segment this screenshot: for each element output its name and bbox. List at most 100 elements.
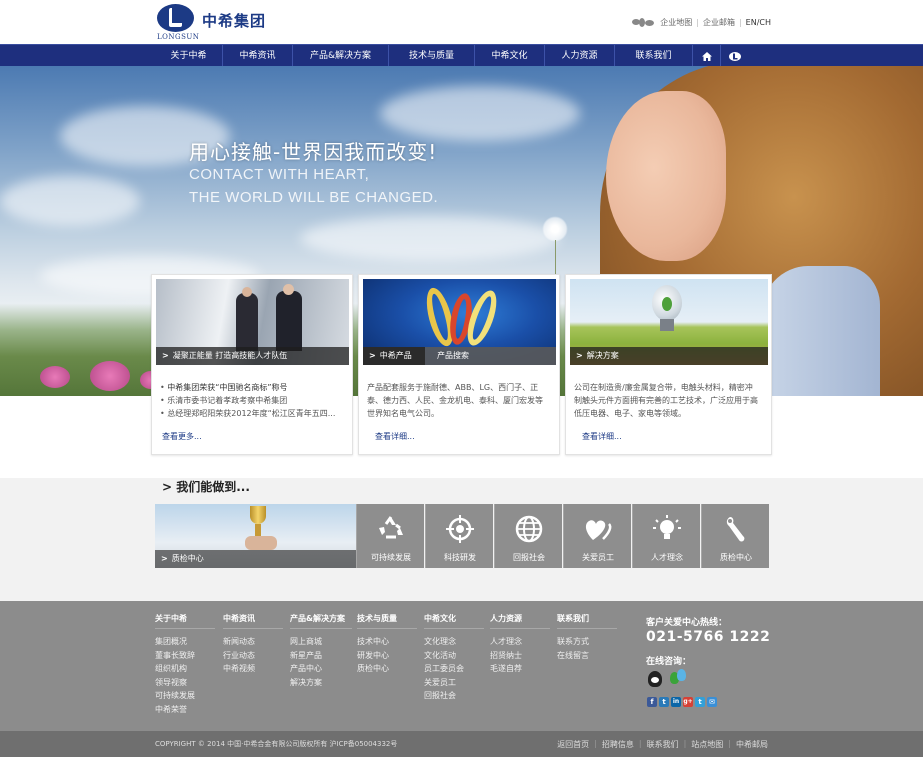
news-item[interactable]: • 乐清市委书记着孝政考察中希集团 [160, 394, 348, 407]
twitter-icon[interactable]: t [695, 697, 705, 707]
news-item[interactable]: • 总经理郑昭阳荣获2012年度“松江区青年五四... [160, 407, 348, 420]
footer-link[interactable]: 招贤纳士 [490, 649, 550, 663]
news-more-link[interactable]: 查看更多... [162, 431, 202, 442]
bottom-link-contact[interactable]: 联系我们 [647, 739, 679, 750]
solutions-description: 公司在制造贵/廉金属复合带，电触头材料，精密冲制触头元件方面拥有完善的工艺技术，… [574, 383, 758, 418]
divider: | [738, 18, 742, 27]
divider: | [638, 739, 642, 748]
footer-link[interactable]: 行业动态 [223, 649, 283, 663]
solutions-card-caption[interactable]: > 解决方案 [570, 347, 768, 365]
logo-english-name: LONGSUN [157, 33, 200, 41]
footer-link[interactable]: 新星产品 [290, 649, 352, 663]
hotline-label: 客户关爱中心热线： [646, 618, 728, 628]
divider: | [696, 18, 699, 27]
footer-link[interactable]: 文化活动 [424, 649, 484, 663]
bottom-link-mail[interactable]: 中希邮局 [736, 739, 768, 750]
facebook-icon[interactable]: f [647, 697, 657, 707]
tile-research[interactable]: 科技研发 [425, 504, 493, 568]
bottom-link-sitemap[interactable]: 站点地图 [691, 739, 723, 750]
footer-link[interactable]: 解决方案 [290, 676, 352, 690]
logo-chinese-name: 中希集团 [202, 12, 267, 30]
products-more-link[interactable]: 查看详细... [375, 431, 415, 442]
tile-employees[interactable]: 关爱员工 [563, 504, 631, 568]
footer-link[interactable]: 产品中心 [290, 662, 352, 676]
news-card-caption[interactable]: > 凝聚正能量 打造高技能人才队伍 [156, 347, 349, 365]
footer-link[interactable]: 员工委员会 [424, 662, 484, 676]
company-logo[interactable]: LONGSUN 中希集团 [157, 4, 297, 41]
hero-subtitle-line1: CONTACT WITH HEART, [189, 166, 370, 183]
footer-link[interactable]: 中希荣誉 [155, 703, 215, 717]
solutions-more-link[interactable]: 查看详细... [582, 431, 622, 442]
footer-link[interactable]: 可持续发展 [155, 689, 215, 703]
top-link-email[interactable]: 企业邮箱 [703, 17, 735, 28]
top-link-language[interactable]: EN/CH [746, 18, 771, 27]
bottom-link-home[interactable]: 返回首页 [557, 739, 589, 750]
top-link-sitemap[interactable]: 企业地图 [660, 17, 692, 28]
email-icon[interactable]: ✉ [707, 697, 717, 707]
tile-sustainable[interactable]: 可持续发展 [356, 504, 424, 568]
qq-icon[interactable] [648, 671, 662, 687]
nav-item-hr[interactable]: 人力资源 [545, 45, 615, 67]
tile-society[interactable]: 回报社会 [494, 504, 562, 568]
footer-link[interactable]: 回报社会 [424, 689, 484, 703]
footer-link[interactable]: 中希视频 [223, 662, 283, 676]
lightbulb-icon [653, 515, 681, 539]
solutions-card: > 解决方案 公司在制造贵/廉金属复合带，电触头材料，精密冲制触头元件方面拥有完善… [565, 274, 772, 455]
footer-link[interactable]: 集团概况 [155, 635, 215, 649]
footer-link[interactable]: 毛遂自荐 [490, 662, 550, 676]
capabilities-section: > 我们能做到... > 质检中心 可持续发展 科技研发 回报社会 关爱员工 人… [0, 478, 923, 601]
footer-link[interactable]: 组织机构 [155, 662, 215, 676]
quality-center-feature[interactable]: > 质检中心 [155, 504, 356, 568]
nav-item-culture[interactable]: 中希文化 [475, 45, 545, 67]
nav-item-products[interactable]: 产品&解决方案 [293, 45, 389, 67]
footer-column-title[interactable]: 中希资讯 [223, 613, 283, 629]
chevron-right-icon: > [162, 351, 169, 360]
tile-label: 可持续发展 [371, 553, 411, 562]
footer-link[interactable]: 文化理念 [424, 635, 484, 649]
footer-column-title[interactable]: 产品&解决方案 [290, 613, 352, 629]
footer-link[interactable]: 研发中心 [357, 649, 417, 663]
hero-girl-shirt [760, 266, 880, 396]
nav-item-technology[interactable]: 技术与质量 [389, 45, 475, 67]
dandelion-stem [555, 240, 556, 276]
dandelion-image [542, 216, 568, 242]
products-card-caption: > 中希产品 产品搜索 [363, 347, 556, 365]
wrench-icon [726, 517, 745, 542]
footer-column-title[interactable]: 中希文化 [424, 613, 484, 629]
tile-quality[interactable]: 质检中心 [701, 504, 769, 568]
footer-link[interactable]: 联系方式 [557, 635, 617, 649]
footer-column-title[interactable]: 技术与质量 [357, 613, 417, 629]
footer-link[interactable]: 网上商城 [290, 635, 352, 649]
home-icon[interactable] [693, 45, 721, 67]
tumblr-icon[interactable]: t [659, 697, 669, 707]
footer-link[interactable]: 人才理念 [490, 635, 550, 649]
footer-column-title[interactable]: 联系我们 [557, 613, 617, 629]
nav-item-news[interactable]: 中希资讯 [223, 45, 293, 67]
nav-item-contact[interactable]: 联系我们 [615, 45, 693, 67]
copyright-text: COPYRIGHT © 2014 中国·中希合金有限公司版权所有 沪ICP备05… [155, 740, 398, 748]
tile-label: 关爱员工 [582, 553, 614, 562]
footer-link[interactable]: 质检中心 [357, 662, 417, 676]
msn-icon[interactable] [670, 669, 688, 687]
tab-product-search[interactable]: 产品搜索 [425, 347, 556, 365]
tile-talent[interactable]: 人才理念 [632, 504, 700, 568]
tab-products[interactable]: > 中希产品 [363, 347, 425, 365]
logo-small-icon[interactable] [721, 45, 749, 67]
bottom-links: 返回首页 | 招聘信息 | 联系我们 | 站点地图 | 中希邮局 [557, 739, 768, 750]
news-item[interactable]: • 中希集团荣获“中国驰名商标”称号 [160, 381, 348, 394]
footer-link[interactable]: 领导视察 [155, 676, 215, 690]
products-card: > 中希产品 产品搜索 产品配套服务于施耐德、ABB、LG、西门子、正泰、德力西、… [358, 274, 560, 455]
footer-link[interactable]: 董事长致辞 [155, 649, 215, 663]
footer-link[interactable]: 新闻动态 [223, 635, 283, 649]
footer-link[interactable]: 在线留言 [557, 649, 617, 663]
bottom-link-jobs[interactable]: 招聘信息 [602, 739, 634, 750]
linkedin-icon[interactable]: in [671, 697, 681, 707]
google-plus-icon[interactable]: g+ [683, 697, 693, 707]
footer-link[interactable]: 技术中心 [357, 635, 417, 649]
footer-column-title[interactable]: 关于中希 [155, 613, 215, 629]
nav-item-about[interactable]: 关于中希 [155, 45, 223, 67]
footer-column-contact: 联系我们 联系方式 在线留言 [557, 613, 617, 662]
footer-link[interactable]: 关爱员工 [424, 676, 484, 690]
footer-column-title[interactable]: 人力资源 [490, 613, 550, 629]
footer-column-about: 关于中希 集团概况 董事长致辞 组织机构 领导视察 可持续发展 中希荣誉 [155, 613, 215, 716]
